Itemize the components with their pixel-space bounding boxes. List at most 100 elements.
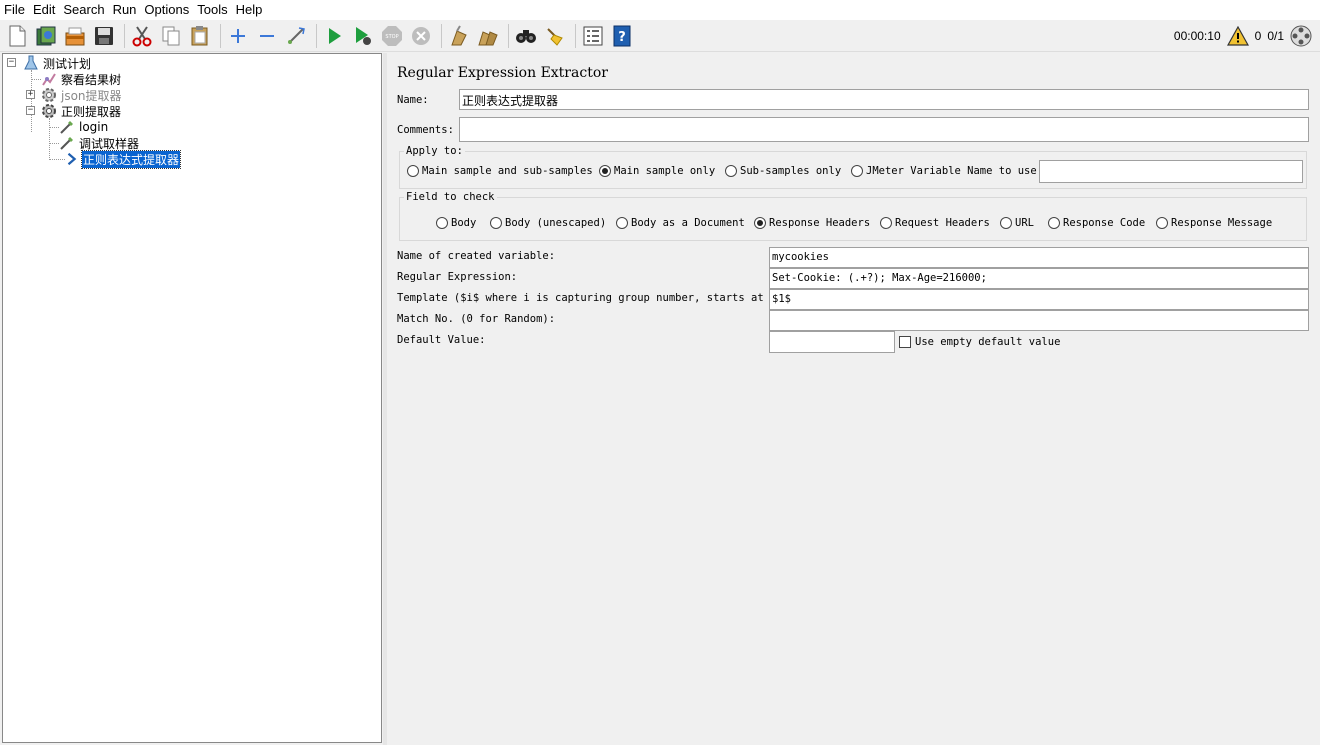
stop-icon[interactable]: STOP xyxy=(379,23,405,49)
shutdown-icon[interactable] xyxy=(408,23,434,49)
radio-indicator xyxy=(616,217,628,229)
copy-icon[interactable] xyxy=(158,23,184,49)
radio-indicator xyxy=(407,165,419,177)
radio-label: Request Headers xyxy=(895,217,990,229)
radio-jmeter-variable[interactable]: JMeter Variable Name to use xyxy=(851,165,1037,177)
templates-icon[interactable] xyxy=(33,23,59,49)
tree-item-label: json提取器 xyxy=(61,88,122,103)
menu-search[interactable]: Search xyxy=(59,0,108,20)
radio-response-message[interactable]: Response Message xyxy=(1156,217,1272,229)
comments-field[interactable] xyxy=(459,117,1309,142)
radio-response-code[interactable]: Response Code xyxy=(1048,217,1145,229)
radio-request-headers[interactable]: Request Headers xyxy=(880,217,990,229)
sampler-icon xyxy=(60,137,73,150)
tree-item-label: 测试计划 xyxy=(43,56,92,71)
toggle-icon[interactable] xyxy=(283,23,309,49)
toolbar-separator xyxy=(441,23,442,48)
use-empty-default-checkbox[interactable]: Use empty default value xyxy=(899,336,1060,348)
radio-main-only[interactable]: Main sample only xyxy=(599,165,715,177)
help-icon[interactable]: ? xyxy=(609,23,635,49)
status-area: 00:00:10 0 0/1 xyxy=(1174,20,1312,52)
collapse-toggle[interactable]: − xyxy=(7,58,16,67)
tree-connector xyxy=(49,143,59,144)
menu-bar: File Edit Search Run Options Tools Help xyxy=(0,0,1320,20)
start-no-pause-icon[interactable] xyxy=(350,23,376,49)
radio-indicator xyxy=(490,217,502,229)
post-processor-icon xyxy=(67,152,77,166)
svg-text:STOP: STOP xyxy=(385,34,398,40)
radio-body[interactable]: Body xyxy=(436,217,476,229)
tree-item-regex-extractor[interactable]: 正则表达式提取器 xyxy=(65,149,182,169)
radio-label: Body xyxy=(451,217,477,229)
tree-connector xyxy=(49,127,59,128)
remote-status-icon xyxy=(1290,25,1312,47)
radio-label: Body as a Document xyxy=(631,217,745,229)
cut-icon[interactable] xyxy=(129,23,155,49)
menu-options[interactable]: Options xyxy=(140,0,193,20)
match-no-label: Match No. (0 for Random): xyxy=(397,313,556,325)
collapse-toggle[interactable]: − xyxy=(26,106,35,115)
radio-indicator xyxy=(754,217,766,229)
menu-help[interactable]: Help xyxy=(232,0,267,20)
expand-toggle[interactable]: + xyxy=(26,90,35,99)
apply-to-title: Apply to: xyxy=(404,145,465,157)
tree-item-json-extractor-group[interactable]: json提取器 xyxy=(41,87,123,103)
menu-tools[interactable]: Tools xyxy=(193,0,231,20)
radio-url[interactable]: URL xyxy=(1000,217,1034,229)
regex-field[interactable]: Set-Cookie: (.+?); Max-Age=216000; xyxy=(769,268,1309,289)
radio-indicator xyxy=(725,165,737,177)
clear-all-icon[interactable] xyxy=(475,23,501,49)
template-field[interactable]: $1$ xyxy=(769,289,1309,310)
variable-name-field[interactable]: mycookies xyxy=(769,247,1309,268)
start-icon[interactable] xyxy=(321,23,347,49)
menu-run[interactable]: Run xyxy=(109,0,141,20)
radio-body-as-document[interactable]: Body as a Document xyxy=(616,217,745,229)
collapse-icon[interactable] xyxy=(254,23,280,49)
reset-search-icon[interactable] xyxy=(542,23,568,49)
extractor-config-panel: Regular Expression Extractor Name: 正则表达式… xyxy=(387,53,1320,745)
match-no-field[interactable] xyxy=(769,310,1309,331)
radio-label: Response Code xyxy=(1063,217,1146,229)
save-icon[interactable] xyxy=(91,23,117,49)
elapsed-timer: 00:00:10 xyxy=(1173,29,1221,43)
menu-edit[interactable]: Edit xyxy=(29,0,59,20)
radio-label: Main sample only xyxy=(614,165,716,177)
toolbar-separator xyxy=(124,23,125,48)
clear-icon[interactable] xyxy=(446,23,472,49)
new-icon[interactable] xyxy=(4,23,30,49)
toolbar-separator xyxy=(508,23,509,48)
tree-item-debug-sampler[interactable]: 调试取样器 xyxy=(59,135,140,151)
svg-text:?: ? xyxy=(618,30,626,45)
jmeter-variable-name-field[interactable] xyxy=(1039,160,1303,183)
tree-item-view-results-tree[interactable]: 察看结果树 xyxy=(41,71,122,87)
open-icon[interactable] xyxy=(62,23,88,49)
toolbar: STOP ? 00:00:10 0 0/1 xyxy=(0,20,1320,52)
search-icon[interactable] xyxy=(513,23,539,49)
toolbar-separator xyxy=(575,23,576,48)
tree-item-label: 正则提取器 xyxy=(61,104,122,119)
radio-sub-only[interactable]: Sub-samples only xyxy=(725,165,841,177)
tree-item-regex-extractor-group[interactable]: 正则提取器 xyxy=(41,103,122,119)
checkbox-label: Use empty default value xyxy=(915,336,1061,348)
variable-name-label: Name of created variable: xyxy=(397,250,556,262)
function-helper-icon[interactable] xyxy=(580,23,606,49)
radio-indicator xyxy=(880,217,892,229)
name-field[interactable]: 正则表达式提取器 xyxy=(459,89,1309,110)
tree-item-test-plan[interactable]: 测试计划 xyxy=(23,55,92,71)
radio-label: Response Message xyxy=(1171,217,1273,229)
radio-body-unescaped[interactable]: Body (unescaped) xyxy=(490,217,606,229)
default-value-field[interactable] xyxy=(769,331,895,353)
radio-label: Body (unescaped) xyxy=(505,217,607,229)
paste-icon[interactable] xyxy=(187,23,213,49)
radio-main-and-sub[interactable]: Main sample and sub-samples xyxy=(407,165,593,177)
comments-label: Comments: xyxy=(397,124,454,136)
active-threads: 0/1 xyxy=(1267,29,1284,43)
radio-response-headers[interactable]: Response Headers xyxy=(754,217,870,229)
expand-icon[interactable] xyxy=(225,23,251,49)
tree-item-label: 调试取样器 xyxy=(79,136,140,151)
test-plan-tree[interactable]: − 测试计划 察看结果树 + json提取器 − 正则提取器 login 调试取… xyxy=(2,53,382,743)
warning-icon[interactable] xyxy=(1226,26,1249,46)
radio-label: Response Headers xyxy=(769,217,871,229)
tree-item-login[interactable]: login xyxy=(59,119,109,135)
menu-file[interactable]: File xyxy=(0,0,29,20)
